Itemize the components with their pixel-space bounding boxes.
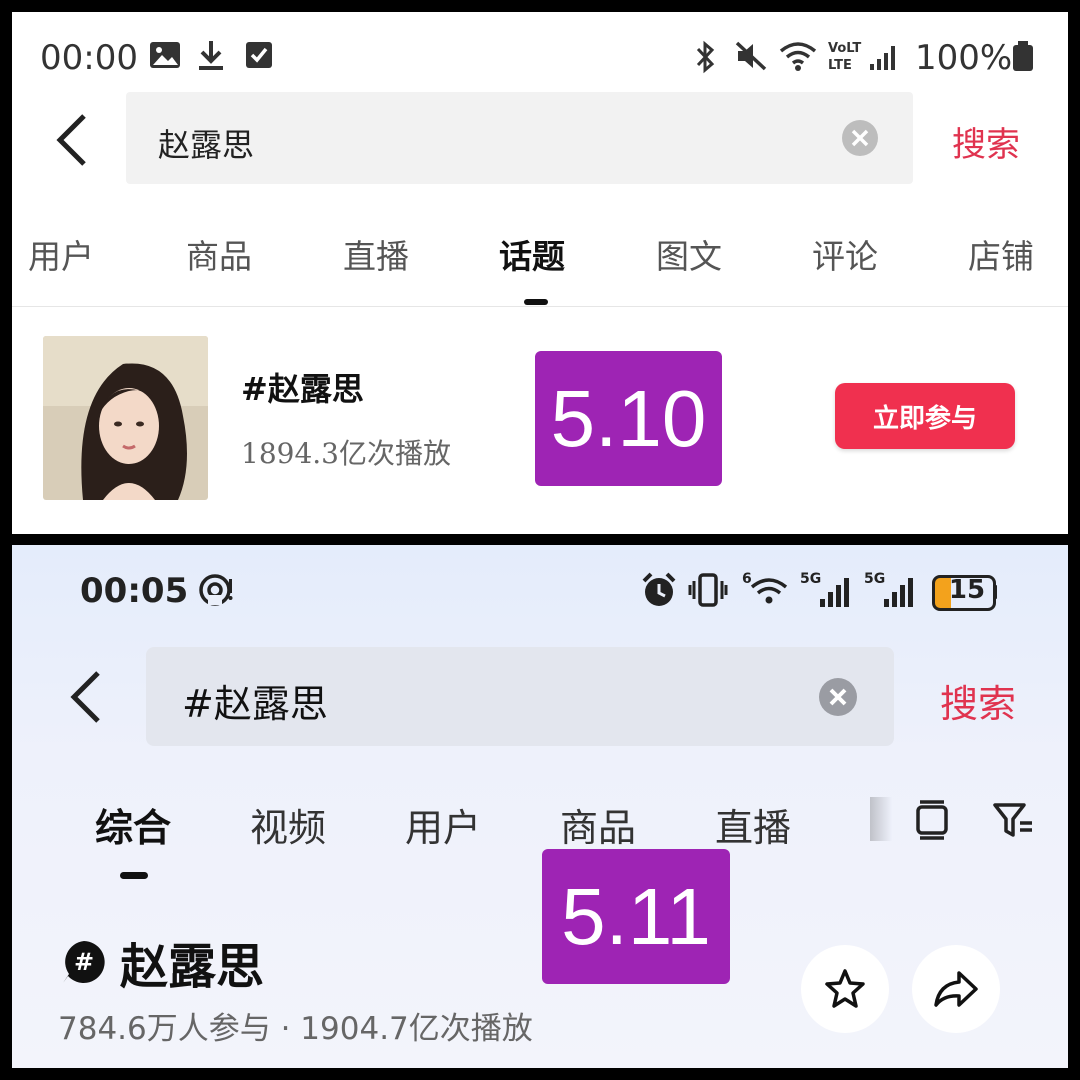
bluetooth-icon: [690, 40, 720, 74]
top-screenshot: 00:00 VoLTELTE 100% 赵露思 搜索 用户 商品 直播 话题 图: [12, 12, 1068, 534]
clear-icon[interactable]: [841, 119, 879, 157]
mute-icon: [734, 40, 768, 72]
date-badge: 5.10: [535, 351, 722, 486]
search-button[interactable]: 搜索: [952, 117, 1020, 166]
volte-icon: VoLTE LTE: [826, 38, 862, 72]
wifi-6-icon: 6: [742, 569, 794, 607]
tab-live[interactable]: 直播: [343, 230, 409, 278]
vibrate-icon: [688, 573, 728, 607]
battery-level: 15: [948, 575, 986, 605]
signal-icon: [818, 575, 854, 609]
signal-icon-2: [882, 575, 918, 609]
tab-products[interactable]: 商品: [560, 797, 636, 852]
status-time: 00:05: [80, 571, 189, 611]
tab-stores[interactable]: 店铺: [968, 230, 1034, 278]
search-query: #赵露思: [182, 682, 328, 726]
tab-users[interactable]: 用户: [405, 797, 481, 852]
tab-products[interactable]: 商品: [186, 230, 252, 278]
gallery-icon: [148, 40, 182, 70]
favorite-button[interactable]: [801, 945, 889, 1033]
topic-stats: 784.6万人参与 · 1904.7亿次播放: [58, 1011, 533, 1047]
wifi-icon: [778, 40, 818, 72]
svg-text:#: #: [74, 948, 94, 976]
topic-thumbnail[interactable]: [43, 336, 208, 500]
tab-live[interactable]: 直播: [715, 797, 791, 852]
star-icon: [825, 969, 865, 1008]
tab-overflow-fade: [870, 797, 892, 841]
tab-comments[interactable]: 评论: [812, 230, 878, 278]
clear-icon[interactable]: [818, 677, 858, 717]
search-query: 赵露思: [158, 126, 255, 164]
battery-tip: [993, 585, 997, 599]
hashtag-icon: #: [60, 938, 108, 986]
tab-videos[interactable]: 视频: [250, 797, 326, 852]
svg-text:LTE: LTE: [828, 58, 852, 72]
svg-text:VoLTE: VoLTE: [828, 41, 862, 56]
share-button[interactable]: [912, 945, 1000, 1033]
active-tab-indicator: [524, 299, 548, 305]
search-button[interactable]: 搜索: [940, 673, 1016, 728]
topic-title[interactable]: #赵露思: [241, 364, 364, 410]
join-button[interactable]: 立即参与: [835, 383, 1015, 449]
date-badge: 5.11: [542, 849, 730, 984]
svg-text:6: 6: [742, 571, 752, 587]
divider: [12, 306, 1068, 307]
filter-icon[interactable]: [992, 801, 1036, 841]
tab-posts[interactable]: 图文: [656, 230, 722, 278]
topic-plays: 1894.3亿次播放: [241, 437, 451, 470]
signal-icon: [868, 42, 900, 72]
hotspot-icon: [198, 573, 236, 607]
status-time: 00:00: [40, 38, 138, 78]
tab-topics[interactable]: 话题: [499, 230, 565, 278]
back-icon[interactable]: [68, 669, 104, 725]
download-icon: [196, 38, 226, 72]
tab-users[interactable]: 用户: [28, 230, 94, 278]
topic-title: 赵露思: [120, 939, 265, 995]
tab-general[interactable]: 综合: [95, 797, 171, 852]
battery-percent: 100%: [915, 38, 1013, 78]
share-icon: [934, 971, 978, 1007]
checkbox-icon: [244, 40, 274, 70]
battery-icon: [1012, 40, 1034, 72]
alarm-icon: [640, 571, 678, 609]
layout-toggle-icon[interactable]: [912, 799, 952, 841]
back-icon[interactable]: [52, 112, 92, 168]
bottom-screenshot: 00:05 6 5G 5G 15 #赵露思 搜索 综合 视频 用户 商品 直播: [12, 545, 1068, 1068]
active-tab-indicator: [120, 872, 148, 879]
